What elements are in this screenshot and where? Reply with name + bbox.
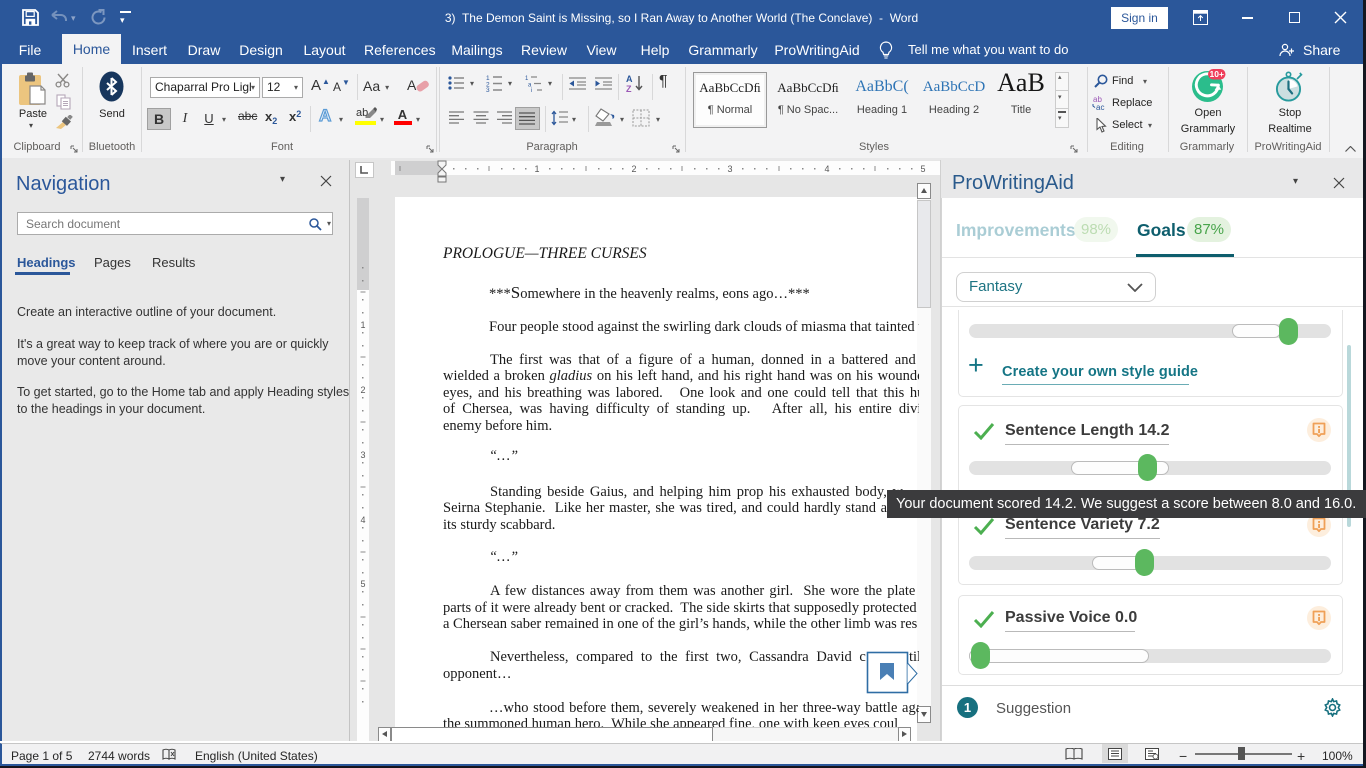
svg-text:5: 5 bbox=[920, 164, 925, 174]
svg-text:Z: Z bbox=[626, 84, 632, 92]
svg-text:i: i bbox=[531, 88, 532, 92]
svg-text:10+: 10+ bbox=[1209, 69, 1223, 79]
svg-text:3: 3 bbox=[486, 87, 490, 92]
svg-text:1: 1 bbox=[525, 76, 529, 82]
svg-text:ac: ac bbox=[1096, 103, 1104, 110]
svg-text:A: A bbox=[626, 74, 633, 84]
